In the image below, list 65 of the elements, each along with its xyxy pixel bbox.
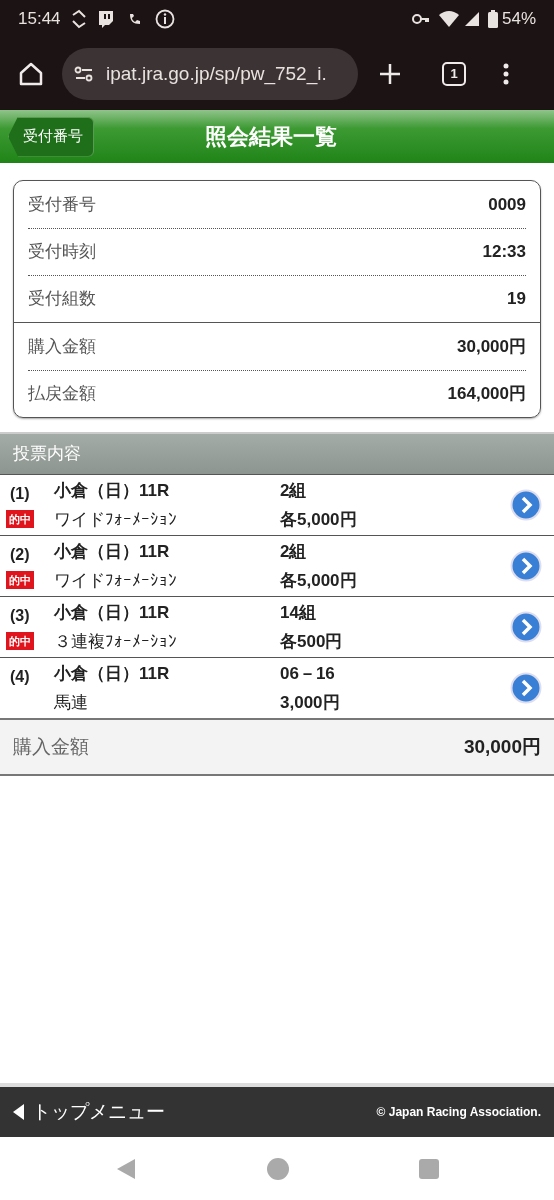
chevron-right-icon[interactable]	[510, 489, 542, 521]
summary-value: 30,000円	[457, 335, 526, 358]
chevron-right-icon[interactable]	[510, 611, 542, 643]
summary-value: 164,000円	[447, 383, 526, 406]
key-icon	[411, 13, 430, 25]
back-icon[interactable]	[115, 1156, 137, 1181]
bet-number: (3)	[10, 606, 30, 626]
hit-badge: 的中	[6, 571, 34, 589]
bet-count: 2組	[280, 541, 308, 563]
status-time: 15:44	[18, 8, 61, 31]
signal-icon	[463, 11, 480, 27]
bet-type: ３連複ﾌｫｰﾒｰｼｮﾝ	[54, 630, 178, 653]
bet-number: (1)	[10, 484, 30, 504]
bet-amount: 各5,000円	[280, 508, 358, 531]
bet-type: ワイドﾌｫｰﾒｰｼｮﾝ	[54, 569, 178, 592]
summary-label: 受付番号	[28, 193, 96, 216]
race-name: 小倉（日）11R	[54, 480, 171, 502]
summary-value: 19	[507, 288, 526, 311]
summary-label: 払戻金額	[28, 383, 96, 406]
bet-amount: 3,000円	[280, 691, 341, 714]
copyright: © Japan Racing Association.	[376, 1104, 541, 1121]
more-icon[interactable]	[502, 63, 510, 85]
page-title: 照会結果一覧	[205, 123, 337, 151]
bet-number: (4)	[10, 667, 30, 687]
battery-percent: 54%	[501, 8, 536, 31]
section-title: 投票内容	[13, 443, 81, 466]
race-name: 小倉（日）11R	[54, 663, 171, 685]
bet-count: 06－16	[280, 663, 336, 685]
bet-count: 2組	[280, 480, 308, 502]
summary-label: 受付時刻	[28, 241, 96, 264]
top-menu-link[interactable]: トップメニュー	[13, 1097, 165, 1127]
bet-row[interactable]: (3) 的中 小倉（日）11R ３連複ﾌｫｰﾒｰｼｮﾝ 14組 各500円	[0, 596, 554, 657]
url-text: ipat.jra.go.jp/sp/pw_752_i.	[106, 61, 327, 87]
chevron-right-icon[interactable]	[510, 550, 542, 582]
wifi-icon	[437, 10, 460, 28]
recents-icon[interactable]	[419, 1158, 439, 1179]
new-tab-icon[interactable]	[378, 62, 402, 86]
address-bar[interactable]: ipat.jra.go.jp/sp/pw_752_i.	[62, 48, 358, 100]
chat-icon	[96, 9, 115, 29]
bet-type: 馬連	[54, 691, 89, 714]
summary-value: 12:33	[482, 241, 526, 264]
summary-label: 受付組数	[28, 288, 96, 311]
home-icon[interactable]	[18, 61, 44, 87]
back-button[interactable]: 受付番号	[8, 116, 94, 157]
hit-badge: 的中	[6, 632, 34, 650]
bet-type: ワイドﾌｫｰﾒｰｼｮﾝ	[54, 508, 178, 531]
info-icon	[154, 9, 175, 29]
race-name: 小倉（日）11R	[54, 602, 171, 624]
tab-count-button[interactable]: 1	[442, 62, 466, 86]
total-label: 購入金額	[13, 734, 89, 759]
bet-count: 14組	[280, 602, 317, 624]
hit-badge: 的中	[6, 510, 34, 528]
bet-number: (2)	[10, 545, 30, 565]
summary-label: 購入金額	[28, 335, 96, 358]
bet-row[interactable]: (1) 的中 小倉（日）11R ワイドﾌｫｰﾒｰｼｮﾝ 2組 各5,000円	[0, 474, 554, 535]
battery-icon	[487, 10, 498, 28]
bet-row[interactable]: (2) 的中 小倉（日）11R ワイドﾌｫｰﾒｰｼｮﾝ 2組 各5,000円	[0, 535, 554, 596]
bet-amount: 各5,000円	[280, 569, 358, 592]
race-name: 小倉（日）11R	[54, 541, 171, 563]
site-settings-icon	[74, 66, 94, 82]
total-value: 30,000円	[463, 734, 541, 759]
chevron-right-icon[interactable]	[510, 672, 542, 704]
summary-value: 0009	[488, 193, 526, 216]
left-triangle-icon	[13, 1104, 24, 1120]
bet-amount: 各500円	[280, 630, 344, 653]
